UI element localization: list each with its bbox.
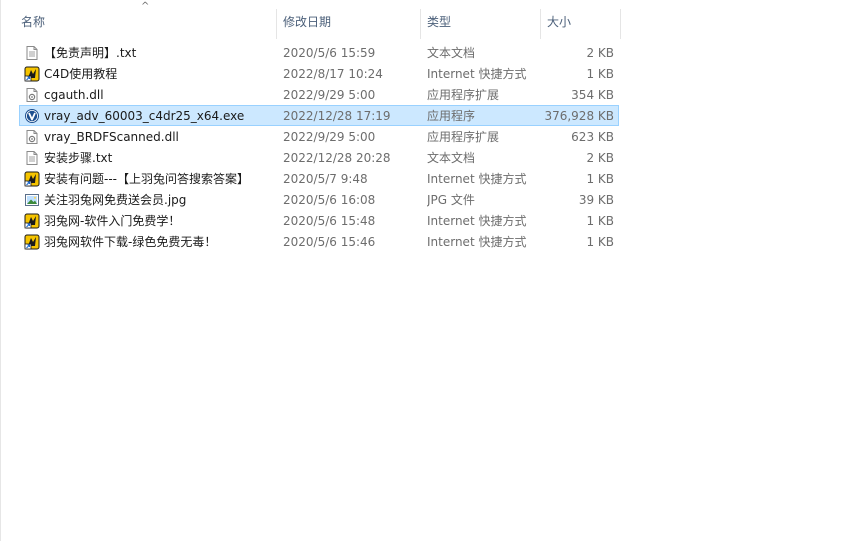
file-row[interactable]: 羽兔网-软件入门免费学！ 2020/5/6 15:48 Internet 快捷方式 1… bbox=[19, 210, 619, 231]
file-modified-date: 2022/9/29 5:00 bbox=[283, 88, 376, 102]
file-size: 376,928 KB bbox=[544, 109, 614, 123]
file-type: 应用程序扩展 bbox=[427, 88, 500, 102]
column-header-size[interactable]: 大小 bbox=[541, 9, 621, 39]
file-row[interactable]: vray_BRDFScanned.dll 2022/9/29 5:00 应用程序扩展… bbox=[19, 126, 619, 147]
file-name: vray_BRDFScanned.dll bbox=[44, 130, 179, 144]
file-row[interactable]: 【免责声明】.txt 2020/5/6 15:59 文本文档 2 KB bbox=[19, 42, 619, 63]
file-row[interactable]: 安装步骤.txt 2022/12/28 20:28 文本文档 2 KB bbox=[19, 147, 619, 168]
file-modified-date: 2020/5/7 9:48 bbox=[283, 172, 368, 186]
file-size: 1 KB bbox=[586, 67, 614, 81]
file-row[interactable]: C4D使用教程 2022/8/17 10:24 Internet 快捷方式 1 KB bbox=[19, 63, 619, 84]
file-list-view: ^ 名称 修改日期 类型 大小 【免责声明】.txt 2020/5/6 15:59… bbox=[0, 0, 842, 541]
internet-shortcut-icon bbox=[24, 66, 40, 82]
file-size: 354 KB bbox=[571, 88, 614, 102]
file-name: 羽兔网-软件入门免费学！ bbox=[44, 214, 181, 228]
file-row[interactable]: vray_adv_60003_c4dr25_x64.exe 2022/12/28 … bbox=[19, 105, 619, 126]
vray-exe-icon bbox=[24, 108, 40, 124]
file-modified-date: 2020/5/6 16:08 bbox=[283, 193, 376, 207]
file-name: 关注羽兔网免费送会员.jpg bbox=[44, 193, 187, 207]
file-size: 1 KB bbox=[586, 172, 614, 186]
dll-file-icon bbox=[24, 129, 40, 145]
file-row[interactable]: 安装有问题---【上羽兔问答搜索答案】 2020/5/7 9:48 Internet… bbox=[19, 168, 619, 189]
file-type: Internet 快捷方式 bbox=[427, 235, 527, 249]
file-type: Internet 快捷方式 bbox=[427, 172, 527, 186]
column-header-type[interactable]: 类型 bbox=[421, 9, 541, 39]
file-type: 文本文档 bbox=[427, 46, 476, 60]
file-size: 2 KB bbox=[586, 151, 614, 165]
file-row[interactable]: cgauth.dll 2022/9/29 5:00 应用程序扩展 354 KB bbox=[19, 84, 619, 105]
file-type: Internet 快捷方式 bbox=[427, 67, 527, 81]
file-row[interactable]: 羽兔网软件下载-绿色免费无毒！ 2020/5/6 15:46 Internet 快捷… bbox=[19, 231, 619, 252]
internet-shortcut-icon bbox=[24, 234, 40, 250]
column-header-bar: ^ 名称 修改日期 类型 大小 bbox=[1, 0, 842, 40]
text-file-icon bbox=[24, 150, 40, 166]
internet-shortcut-icon bbox=[24, 213, 40, 229]
file-type: Internet 快捷方式 bbox=[427, 214, 527, 228]
file-name: C4D使用教程 bbox=[44, 67, 118, 81]
text-file-icon bbox=[24, 45, 40, 61]
file-size: 2 KB bbox=[586, 46, 614, 60]
file-size: 1 KB bbox=[586, 235, 614, 249]
file-size: 1 KB bbox=[586, 214, 614, 228]
file-rows: 【免责声明】.txt 2020/5/6 15:59 文本文档 2 KB C4D使用教程… bbox=[19, 42, 619, 252]
file-name: cgauth.dll bbox=[44, 88, 104, 102]
file-type: 应用程序扩展 bbox=[427, 130, 500, 144]
file-modified-date: 2022/9/29 5:00 bbox=[283, 130, 376, 144]
dll-file-icon bbox=[24, 87, 40, 103]
file-name: 羽兔网软件下载-绿色免费无毒！ bbox=[44, 235, 217, 249]
file-modified-date: 2022/12/28 17:19 bbox=[283, 109, 391, 123]
file-modified-date: 2020/5/6 15:46 bbox=[283, 235, 376, 249]
file-modified-date: 2022/12/28 20:28 bbox=[283, 151, 391, 165]
file-name: 安装有问题---【上羽兔问答搜索答案】 bbox=[44, 172, 249, 186]
file-name: 【免责声明】.txt bbox=[44, 46, 137, 60]
column-header-name[interactable]: 名称 bbox=[15, 9, 277, 39]
internet-shortcut-icon bbox=[24, 171, 40, 187]
image-file-icon bbox=[24, 192, 40, 208]
file-name: 安装步骤.txt bbox=[44, 151, 113, 165]
file-row[interactable]: 关注羽兔网免费送会员.jpg 2020/5/6 16:08 JPG 文件 39 KB bbox=[19, 189, 619, 210]
file-size: 623 KB bbox=[571, 130, 614, 144]
file-modified-date: 2020/5/6 15:48 bbox=[283, 214, 376, 228]
file-size: 39 KB bbox=[578, 193, 614, 207]
file-name: vray_adv_60003_c4dr25_x64.exe bbox=[44, 109, 245, 123]
file-modified-date: 2020/5/6 15:59 bbox=[283, 46, 376, 60]
column-header-date[interactable]: 修改日期 bbox=[277, 9, 421, 39]
file-type: 文本文档 bbox=[427, 151, 476, 165]
file-type: JPG 文件 bbox=[427, 193, 475, 207]
file-modified-date: 2022/8/17 10:24 bbox=[283, 67, 383, 81]
file-type: 应用程序 bbox=[427, 109, 476, 123]
